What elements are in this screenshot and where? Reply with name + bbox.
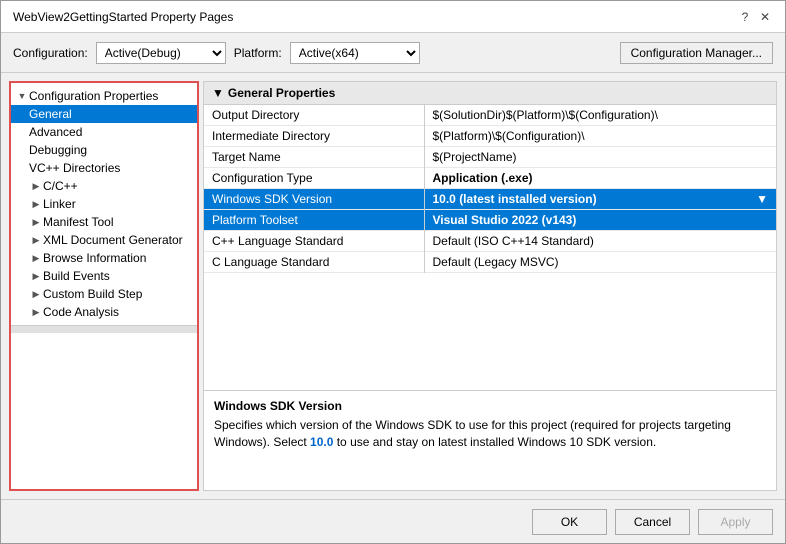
prop-name: C Language Standard (204, 252, 424, 273)
help-button[interactable]: ? (737, 9, 753, 25)
prop-name: C++ Language Standard (204, 231, 424, 252)
tree-item-label: Code Analysis (43, 305, 119, 319)
prop-value: $(SolutionDir)$(Platform)\$(Configuratio… (424, 105, 776, 126)
apply-button[interactable]: Apply (698, 509, 773, 535)
table-row[interactable]: Target Name $(ProjectName) (204, 147, 776, 168)
prop-value: Application (.exe) (424, 168, 776, 189)
cancel-button[interactable]: Cancel (615, 509, 690, 535)
toolbar: Configuration: Active(Debug) Platform: A… (1, 33, 785, 73)
expand-arrow-icon: ▶ (29, 305, 43, 319)
info-title: Windows SDK Version (214, 399, 766, 413)
table-row[interactable]: C++ Language Standard Default (ISO C++14… (204, 231, 776, 252)
dropdown-arrow-icon: ▼ (756, 192, 768, 206)
sidebar-item-code-analysis[interactable]: ▶ Code Analysis (11, 303, 197, 321)
expand-arrow-icon: ▶ (29, 233, 43, 247)
expand-arrow-icon: ▶ (29, 215, 43, 229)
tree-item-label: Advanced (29, 125, 82, 139)
expand-arrow-icon: ▶ (29, 197, 43, 211)
tree-item-label: XML Document Generator (43, 233, 183, 247)
expand-arrow-icon: ▶ (29, 179, 43, 193)
sidebar-item-xml-doc-gen[interactable]: ▶ XML Document Generator (11, 231, 197, 249)
title-controls: ? ✕ (737, 9, 773, 25)
tree-item-label: General (29, 107, 72, 121)
left-panel: ▼ Configuration Properties General Advan… (9, 81, 199, 491)
title-bar: WebView2GettingStarted Property Pages ? … (1, 1, 785, 33)
dialog-title: WebView2GettingStarted Property Pages (13, 10, 233, 24)
prop-value: Default (ISO C++14 Standard) (424, 231, 776, 252)
bottom-bar: OK Cancel Apply (1, 499, 785, 543)
section-header: ▼ General Properties (204, 82, 776, 105)
prop-value: $(Platform)\$(Configuration)\ (424, 126, 776, 147)
platform-select[interactable]: Active(x64) (290, 42, 420, 64)
prop-value: $(ProjectName) (424, 147, 776, 168)
right-panel: ▼ General Properties Output Directory $(… (203, 81, 777, 491)
configuration-select[interactable]: Active(Debug) (96, 42, 226, 64)
property-pages-dialog: WebView2GettingStarted Property Pages ? … (0, 0, 786, 544)
prop-name: Configuration Type (204, 168, 424, 189)
info-text: Specifies which version of the Windows S… (214, 417, 766, 451)
sidebar-item-cpp[interactable]: ▶ C/C++ (11, 177, 197, 195)
tree-root: ▼ Configuration Properties General Advan… (11, 83, 197, 325)
highlight-text: 10.0 (310, 435, 333, 449)
sidebar-item-manifest-tool[interactable]: ▶ Manifest Tool (11, 213, 197, 231)
expand-arrow-icon: ▶ (29, 287, 43, 301)
prop-name: Output Directory (204, 105, 424, 126)
prop-name: Windows SDK Version (204, 189, 424, 210)
sidebar-item-general[interactable]: General (11, 105, 197, 123)
sidebar-item-browse-info[interactable]: ▶ Browse Information (11, 249, 197, 267)
prop-value: 10.0 (latest installed version) ▼ (424, 189, 776, 210)
tree-item-config-properties[interactable]: ▼ Configuration Properties (11, 87, 197, 105)
sidebar-item-custom-build-step[interactable]: ▶ Custom Build Step (11, 285, 197, 303)
prop-value: Visual Studio 2022 (v143) (424, 210, 776, 231)
sidebar-item-build-events[interactable]: ▶ Build Events (11, 267, 197, 285)
tree-item-label: Manifest Tool (43, 215, 113, 229)
tree-item-label: Build Events (43, 269, 110, 283)
tree-item-label: Custom Build Step (43, 287, 142, 301)
platform-label: Platform: (234, 46, 282, 60)
expand-arrow-icon: ▶ (29, 269, 43, 283)
section-title: General Properties (228, 86, 335, 100)
tree-item-label: Configuration Properties (29, 89, 158, 103)
tree-item-label: Linker (43, 197, 76, 211)
prop-value: Default (Legacy MSVC) (424, 252, 776, 273)
tree-item-label: VC++ Directories (29, 161, 120, 175)
tree-item-label: Debugging (29, 143, 87, 157)
ok-button[interactable]: OK (532, 509, 607, 535)
sidebar-item-debugging[interactable]: Debugging (11, 141, 197, 159)
expand-arrow-icon: ▶ (29, 251, 43, 265)
info-panel: Windows SDK Version Specifies which vers… (204, 390, 776, 490)
table-row-platform-toolset[interactable]: Platform Toolset Visual Studio 2022 (v14… (204, 210, 776, 231)
table-row[interactable]: Configuration Type Application (.exe) (204, 168, 776, 189)
sidebar-item-linker[interactable]: ▶ Linker (11, 195, 197, 213)
prop-name: Target Name (204, 147, 424, 168)
table-row[interactable]: Intermediate Directory $(Platform)\$(Con… (204, 126, 776, 147)
sidebar-item-advanced[interactable]: Advanced (11, 123, 197, 141)
tree-item-label: Browse Information (43, 251, 146, 265)
close-button[interactable]: ✕ (757, 9, 773, 25)
table-row[interactable]: Output Directory $(SolutionDir)$(Platfor… (204, 105, 776, 126)
properties-table: Output Directory $(SolutionDir)$(Platfor… (204, 105, 776, 273)
properties-area: ▼ General Properties Output Directory $(… (204, 82, 776, 390)
table-row[interactable]: C Language Standard Default (Legacy MSVC… (204, 252, 776, 273)
configuration-label: Configuration: (13, 46, 88, 60)
prop-name: Intermediate Directory (204, 126, 424, 147)
config-manager-button[interactable]: Configuration Manager... (620, 42, 773, 64)
sidebar-item-vcpp-directories[interactable]: VC++ Directories (11, 159, 197, 177)
table-row-windows-sdk[interactable]: Windows SDK Version 10.0 (latest install… (204, 189, 776, 210)
collapse-section-icon: ▼ (212, 86, 224, 100)
prop-name: Platform Toolset (204, 210, 424, 231)
tree-item-label: C/C++ (43, 179, 78, 193)
main-content: ▼ Configuration Properties General Advan… (9, 81, 777, 491)
collapse-arrow-icon: ▼ (15, 89, 29, 103)
